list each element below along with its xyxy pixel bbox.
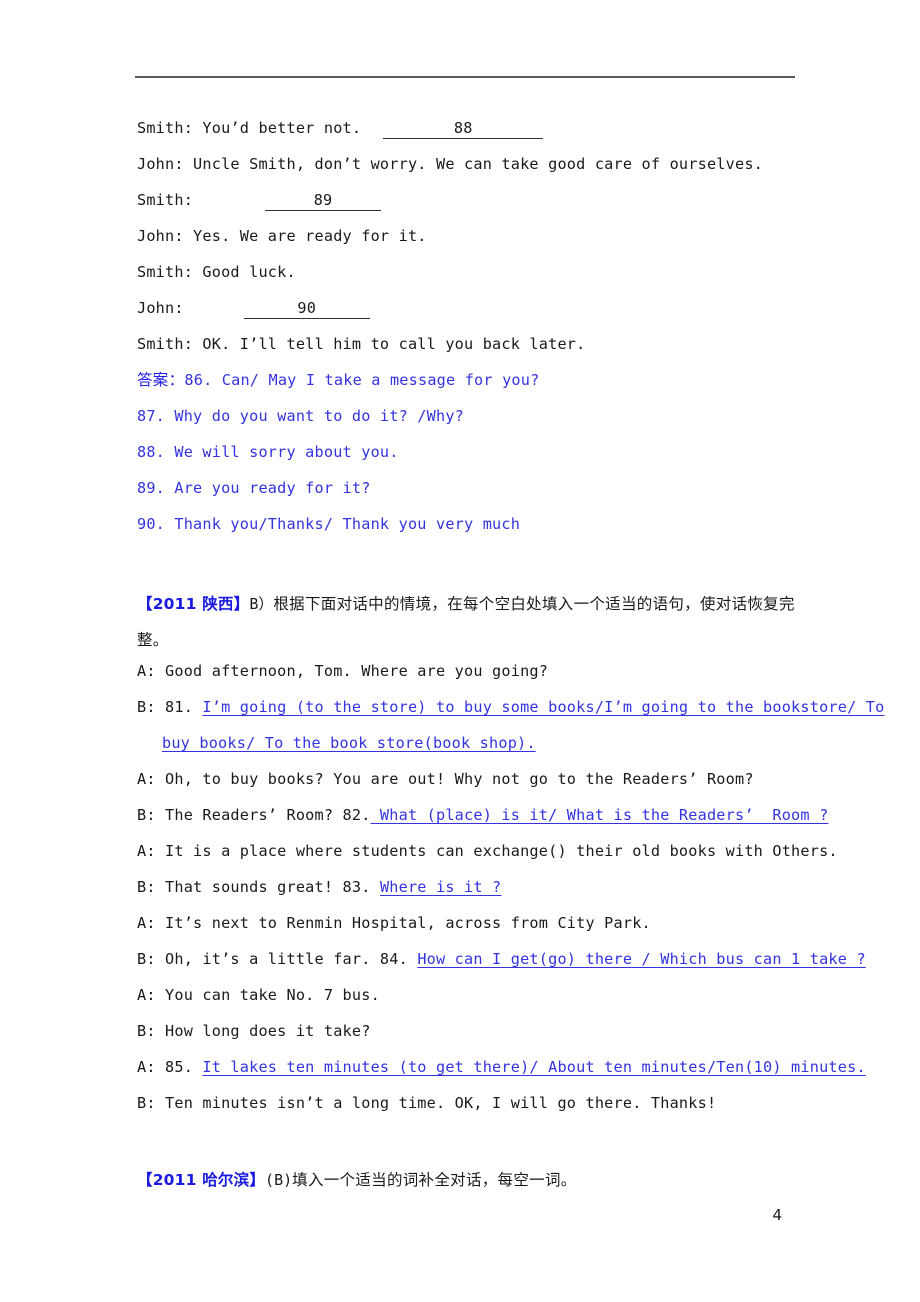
document-page: Smith: You’d better not. 88 John: Uncle S… xyxy=(0,0,920,1302)
shaanxi-dialogue-line: A: Oh, to buy books? You are out! Why no… xyxy=(137,770,754,788)
blank-90: 90 xyxy=(243,298,370,319)
dialogue-line: John: 90 xyxy=(137,298,370,319)
answer-label: 答案： xyxy=(137,371,185,389)
shaanxi-dialogue-line: A: Good afternoon, Tom. Where are you go… xyxy=(137,662,549,680)
dialogue-line: John: Yes. We are ready for it. xyxy=(137,227,427,245)
shaanxi-dialogue-line: A: You can take No. 7 bus. xyxy=(137,986,380,1004)
answer-84: How can I get(go) there / Which bus can … xyxy=(417,950,866,968)
shaanxi-dialogue-line-85: A: 85. It lakes ten minutes (to get ther… xyxy=(137,1057,866,1077)
line-prefix: B: 81. xyxy=(137,698,203,716)
answer-line-89: 89. Are you ready for it? xyxy=(137,479,371,497)
header-rule xyxy=(135,76,795,78)
answer-line-86: 答案：86. Can/ May I take a message for you… xyxy=(137,370,539,390)
harbin-instruction-latin: (B) xyxy=(265,1171,293,1189)
dialogue-line: Smith: You’d better not. 88 xyxy=(137,118,544,139)
harbin-tag: 【2011 哈尔滨】 xyxy=(137,1171,266,1189)
shaanxi-tag: 【2011 陕西】 xyxy=(137,595,250,613)
dialogue-line: John: Uncle Smith, don’t worry. We can t… xyxy=(137,155,764,173)
line-prefix: B: The Readers’ Room? 82. xyxy=(137,806,371,824)
shaanxi-dialogue-line-82: B: The Readers’ Room? 82. What (place) i… xyxy=(137,805,828,825)
answer-line-88: 88. We will sorry about you. xyxy=(137,443,399,461)
answer-line-87: 87. Why do you want to do it? /Why? xyxy=(137,407,465,425)
blank-88: 88 xyxy=(383,118,544,139)
shaanxi-dialogue-line: A: It’s next to Renmin Hospital, across … xyxy=(137,914,651,932)
dialogue-text: Smith: xyxy=(137,191,194,209)
dialogue-line: Smith: OK. I’ll tell him to call you bac… xyxy=(137,335,586,353)
answer-85: It lakes ten minutes (to get there)/ Abo… xyxy=(202,1058,866,1076)
dialogue-text: John: xyxy=(137,299,184,317)
shaanxi-dialogue-line-83: B: That sounds great! 83. Where is it ? xyxy=(137,877,501,897)
page-number: 4 xyxy=(772,1206,782,1224)
harbin-instruction-text: 填入一个适当的词补全对话，每空一词。 xyxy=(292,1171,577,1189)
answer-text: 86. Can/ May I take a message for you? xyxy=(184,371,540,389)
answer-81: I’m going (to the store) to buy some boo… xyxy=(202,698,885,716)
blank-89: 89 xyxy=(265,190,382,211)
shaanxi-dialogue-line: B: Ten minutes isn’t a long time. OK, I … xyxy=(137,1094,717,1112)
answer-line-90: 90. Thank you/Thanks/ Thank you very muc… xyxy=(137,515,521,533)
dialogue-text: Smith: You’d better not. xyxy=(137,119,362,137)
shaanxi-dialogue-line-81: B: 81. I’m going (to the store) to buy s… xyxy=(137,697,885,717)
dialogue-line: Smith: 89 xyxy=(137,190,382,211)
harbin-heading: 【2011 哈尔滨】(B)填入一个适当的词补全对话，每空一词。 xyxy=(137,1165,795,1195)
shaanxi-heading: 【2011 陕西】B）根据下面对话中的情境，在每个空白处填入一个适当的语句，使对… xyxy=(137,586,795,658)
shaanxi-dialogue-line: B: How long does it take? xyxy=(137,1022,371,1040)
shaanxi-dialogue-line: A: It is a place where students can exch… xyxy=(137,842,838,860)
line-prefix: B: Oh, it’s a little far. 84. xyxy=(137,950,418,968)
answer-81-continued: buy books/ To the book store(book shop). xyxy=(162,734,536,752)
line-prefix: B: That sounds great! 83. xyxy=(137,878,380,896)
answer-82: What (place) is it/ What is the Readers’… xyxy=(370,806,829,824)
line-prefix: A: 85. xyxy=(137,1058,203,1076)
shaanxi-instruction-latin: B） xyxy=(249,595,274,613)
dialogue-line: Smith: Good luck. xyxy=(137,263,296,281)
answer-83: Where is it ? xyxy=(379,878,502,896)
shaanxi-dialogue-line-84: B: Oh, it’s a little far. 84. How can I … xyxy=(137,949,866,969)
